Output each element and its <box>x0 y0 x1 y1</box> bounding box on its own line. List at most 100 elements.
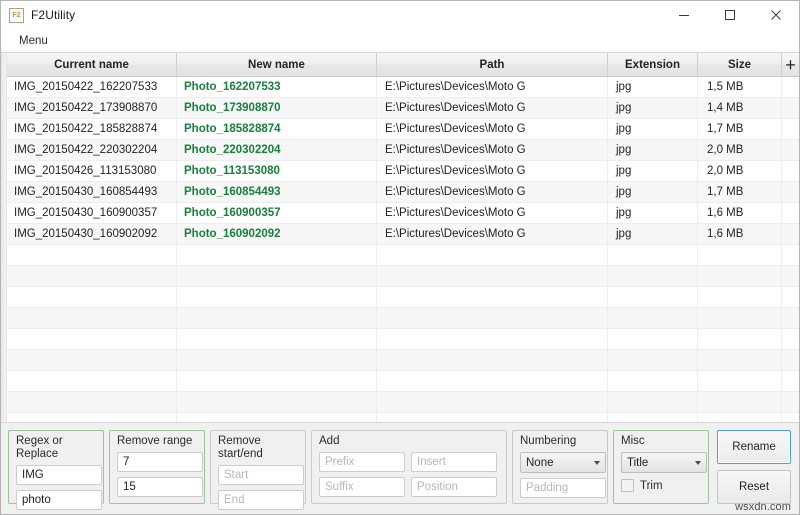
table-row[interactable]: IMG_20150422_220302204 Photo_220302204 E:\… <box>7 140 799 161</box>
add-suffix-input[interactable] <box>319 477 405 497</box>
cell-ext: jpg <box>608 98 698 118</box>
remove-range-to-input[interactable] <box>117 477 203 497</box>
table-row[interactable]: IMG_20150430_160902092 Photo_160902092 E:\… <box>7 224 799 245</box>
cell-new: Photo_160902092 <box>177 224 377 244</box>
cell-path: E:\Pictures\Devices\Moto G <box>377 77 608 97</box>
add-column-right <box>411 452 497 497</box>
cell-size <box>698 308 782 328</box>
cell-path <box>377 350 608 370</box>
trim-checkbox[interactable] <box>621 479 634 492</box>
cell-path <box>377 413 608 422</box>
cell-path: E:\Pictures\Devices\Moto G <box>377 140 608 160</box>
numbering-mode-value: None <box>526 456 554 469</box>
reset-button[interactable]: Reset <box>717 470 791 504</box>
rename-button[interactable]: Rename <box>717 430 791 464</box>
remove-end-input[interactable] <box>218 490 304 510</box>
table-row-empty <box>7 392 799 413</box>
add-column-button[interactable]: ＋ <box>782 53 799 76</box>
cell-size: 1,5 MB <box>698 77 782 97</box>
cell-spacer <box>782 245 799 265</box>
window-controls <box>661 1 799 29</box>
cell-size: 1,7 MB <box>698 182 782 202</box>
group-label-numbering: Numbering <box>520 435 577 447</box>
cell-spacer <box>782 119 799 139</box>
group-add: Add <box>311 430 507 504</box>
cell-spacer <box>782 182 799 202</box>
misc-case-select[interactable]: Title <box>621 452 707 473</box>
cell-current <box>7 287 177 307</box>
table-row[interactable]: IMG_20150422_173908870 Photo_173908870 E:\… <box>7 98 799 119</box>
column-header-path[interactable]: Path <box>377 53 608 76</box>
cell-size <box>698 287 782 307</box>
cell-size <box>698 266 782 286</box>
cell-new <box>177 371 377 391</box>
cell-current <box>7 350 177 370</box>
cell-ext <box>608 245 698 265</box>
table-row[interactable]: IMG_20150422_185828874 Photo_185828874 E:\… <box>7 119 799 140</box>
cell-new <box>177 287 377 307</box>
cell-new: Photo_162207533 <box>177 77 377 97</box>
add-insert-input[interactable] <box>411 452 497 472</box>
column-header-new-name[interactable]: New name <box>177 53 377 76</box>
cell-ext: jpg <box>608 119 698 139</box>
cell-new: Photo_160900357 <box>177 203 377 223</box>
group-label-misc: Misc <box>621 435 645 447</box>
cell-size <box>698 245 782 265</box>
numbering-fields: None <box>520 452 606 498</box>
table-row-empty <box>7 287 799 308</box>
remove-start-end-fields <box>218 465 304 510</box>
cell-current: IMG_20150430_160900357 <box>7 203 177 223</box>
table-row-empty <box>7 371 799 392</box>
group-label-remove-range: Remove range <box>117 435 193 447</box>
regex-fields <box>16 465 102 510</box>
table-row-empty <box>7 266 799 287</box>
minimize-icon <box>679 15 689 16</box>
app-window: F2 F2Utility Menu Current name New name … <box>0 0 800 515</box>
regex-replace-input[interactable] <box>16 490 102 510</box>
numbering-padding-input[interactable] <box>520 478 606 498</box>
column-header-size[interactable]: Size <box>698 53 782 76</box>
table-row[interactable]: IMG_20150422_162207533 Photo_162207533 E:\… <box>7 77 799 98</box>
cell-size <box>698 371 782 391</box>
remove-range-fields <box>117 452 203 497</box>
cell-path: E:\Pictures\Devices\Moto G <box>377 161 608 181</box>
cell-current: IMG_20150422_220302204 <box>7 140 177 160</box>
cell-ext <box>608 371 698 391</box>
cell-spacer <box>782 266 799 286</box>
chevron-down-icon <box>594 460 600 465</box>
table-row-empty <box>7 413 799 422</box>
cell-size: 1,6 MB <box>698 224 782 244</box>
remove-range-from-input[interactable] <box>117 452 203 472</box>
cell-current <box>7 392 177 412</box>
numbering-mode-select[interactable]: None <box>520 452 606 473</box>
maximize-button[interactable] <box>707 1 753 29</box>
cell-size <box>698 392 782 412</box>
cell-current: IMG_20150430_160854493 <box>7 182 177 202</box>
add-position-input[interactable] <box>411 477 497 497</box>
table-row[interactable]: IMG_20150430_160854493 Photo_160854493 E:\… <box>7 182 799 203</box>
cell-spacer <box>782 77 799 97</box>
cell-new: Photo_160854493 <box>177 182 377 202</box>
add-prefix-input[interactable] <box>319 452 405 472</box>
group-remove-start-end: Remove start/end <box>210 430 306 510</box>
cell-spacer <box>782 161 799 181</box>
cell-ext: jpg <box>608 224 698 244</box>
cell-current: IMG_20150422_162207533 <box>7 77 177 97</box>
minimize-button[interactable] <box>661 1 707 29</box>
cell-spacer <box>782 413 799 422</box>
title-bar: F2 F2Utility <box>1 1 799 30</box>
close-button[interactable] <box>753 1 799 29</box>
column-header-extension[interactable]: Extension <box>608 53 698 76</box>
menu-item-menu[interactable]: Menu <box>15 33 52 49</box>
group-label-add: Add <box>319 435 340 447</box>
table-row[interactable]: IMG_20150430_160900357 Photo_160900357 E:\… <box>7 203 799 224</box>
remove-start-input[interactable] <box>218 465 304 485</box>
cell-new: Photo_185828874 <box>177 119 377 139</box>
table-row[interactable]: IMG_20150426_113153080 Photo_113153080 E:\… <box>7 161 799 182</box>
column-header-current-name[interactable]: Current name <box>7 53 177 76</box>
file-grid: Current name New name Path Extension Siz… <box>7 53 799 422</box>
trim-checkbox-row[interactable]: Trim <box>621 479 701 492</box>
table-row-empty <box>7 308 799 329</box>
cell-ext <box>608 308 698 328</box>
regex-find-input[interactable] <box>16 465 102 485</box>
